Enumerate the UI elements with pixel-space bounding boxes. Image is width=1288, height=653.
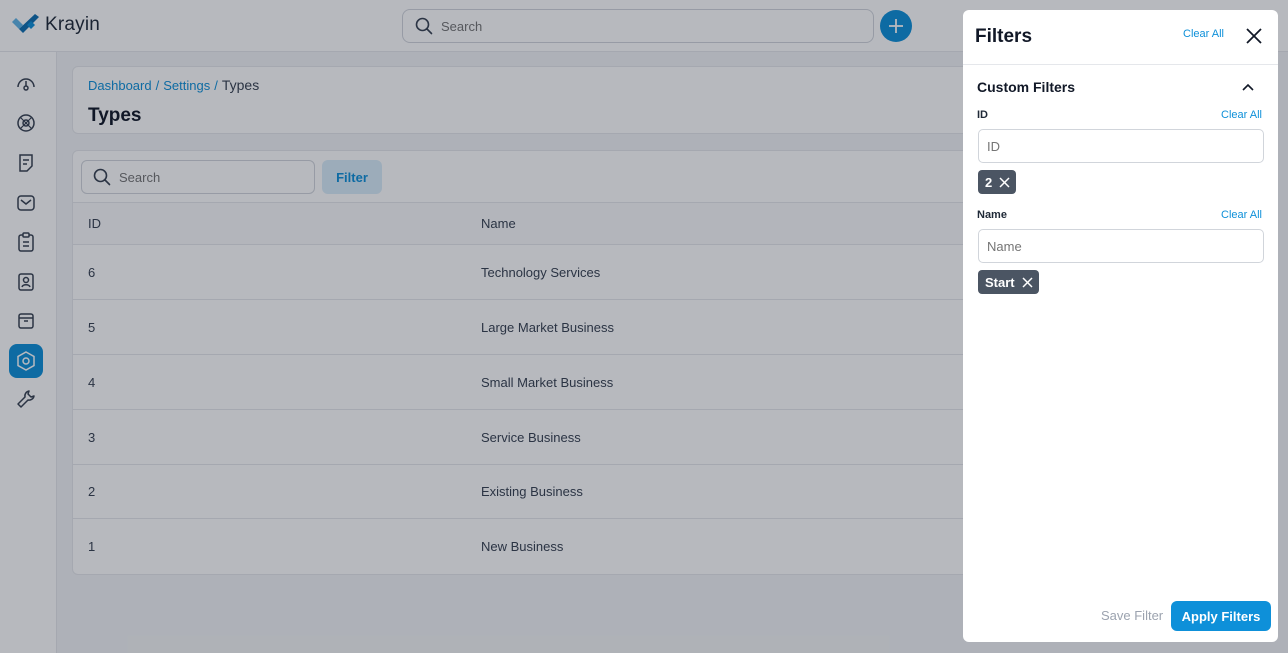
filter-drawer: Filters Clear All Custom Filters ID Clea…: [963, 10, 1278, 642]
name-filter-input[interactable]: [978, 229, 1264, 263]
apply-filters-button[interactable]: Apply Filters: [1171, 601, 1271, 631]
close-icon: [1246, 28, 1262, 44]
name-filter-chip-label: Start: [985, 274, 1015, 290]
id-filter-label: ID: [977, 109, 988, 121]
id-filter-input[interactable]: [978, 129, 1264, 163]
name-filter-label: Name: [977, 209, 1007, 221]
id-filter-chip-label: 2: [985, 174, 993, 190]
id-filter-clear-link[interactable]: Clear All: [1221, 109, 1262, 121]
clear-all-filters-link[interactable]: Clear All: [1183, 28, 1224, 40]
remove-chip-icon[interactable]: [1022, 276, 1033, 288]
close-drawer-button[interactable]: [1243, 25, 1265, 47]
filter-drawer-title: Filters: [975, 26, 1033, 47]
custom-filters-title: Custom Filters: [977, 79, 1076, 95]
chevron-up-icon[interactable]: [1241, 80, 1255, 94]
id-filter-chip: 2: [978, 170, 1017, 194]
name-filter-chip: Start: [978, 270, 1039, 294]
name-filter-clear-link[interactable]: Clear All: [1221, 209, 1262, 221]
remove-chip-icon[interactable]: [999, 176, 1010, 188]
save-filter-button[interactable]: Save Filter: [1101, 608, 1163, 623]
filter-drawer-header: Filters Clear All: [963, 10, 1278, 65]
